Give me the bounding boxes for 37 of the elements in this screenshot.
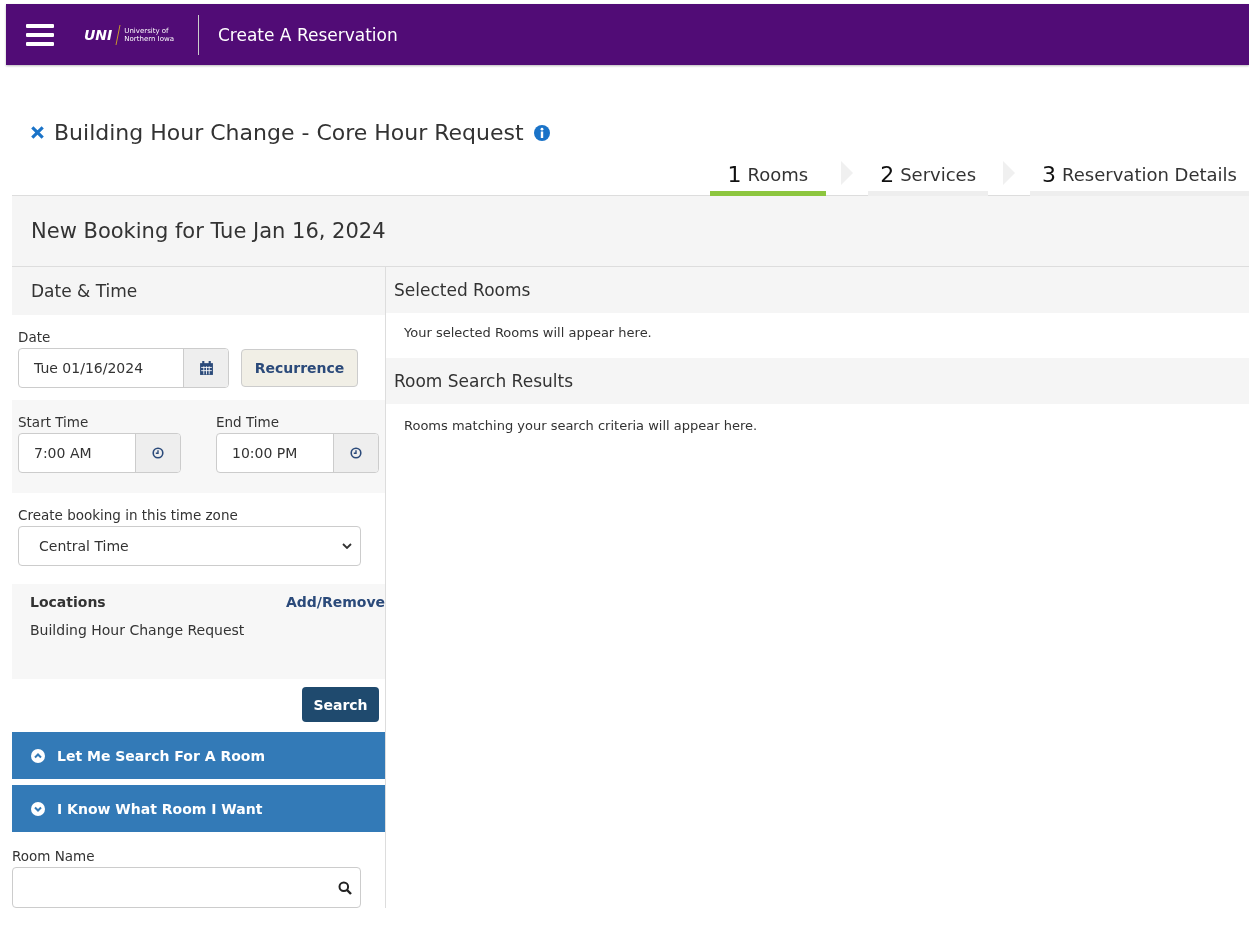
booking-title: New Booking for Tue Jan 16, 2024 (31, 219, 386, 243)
logo-mark: UNI (84, 26, 113, 43)
add-remove-link[interactable]: Add/Remove (285, 594, 385, 610)
search-button[interactable]: Search (302, 687, 379, 722)
date-field[interactable]: Tue 01/16/2024 (18, 348, 229, 388)
time-field[interactable]: 10:00 PM (216, 433, 379, 473)
locations-heading: Locations (30, 594, 106, 610)
timezone-select[interactable]: Central Time (18, 526, 361, 566)
section-heading: Date & Time (31, 281, 138, 301)
accordion-header[interactable]: Let Me Search For A Room (12, 732, 385, 779)
section-heading: Room Search Results (394, 371, 573, 391)
close-icon[interactable] (31, 126, 44, 139)
accordion-header[interactable]: I Know What Room I Want (12, 785, 385, 832)
room-name-field[interactable] (12, 867, 361, 908)
recurrence-button[interactable]: Recurrence (241, 349, 358, 387)
caret-icon (342, 543, 352, 549)
field-label: Date (18, 329, 52, 345)
search-icon[interactable] (338, 880, 352, 895)
slash-icon (115, 24, 122, 45)
clock-icon[interactable] (350, 447, 362, 459)
field-label: Room Name (12, 848, 96, 864)
info-icon[interactable] (533, 124, 550, 141)
menu-icon[interactable] (26, 23, 54, 46)
app-title: Create A Reservation (217, 24, 398, 45)
empty-message: Rooms matching your search criteria will appear here. (404, 418, 758, 433)
empty-message: Your selected Rooms will appear here. (404, 325, 652, 340)
chevron-up-icon (31, 748, 45, 763)
calendar-icon[interactable] (198, 360, 214, 376)
page-title: Building Hour Change - Core Hour Request (54, 120, 524, 145)
field-label: Start Time (18, 414, 90, 430)
field-label: Create booking in this time zone (18, 507, 239, 523)
field-label: End Time (216, 414, 280, 430)
chevron-down-icon (31, 801, 45, 816)
location-item: Building Hour Change Request (30, 622, 246, 638)
clock-icon[interactable] (152, 447, 164, 459)
time-field[interactable]: 7:00 AM (18, 433, 181, 473)
section-heading: Selected Rooms (394, 280, 531, 300)
